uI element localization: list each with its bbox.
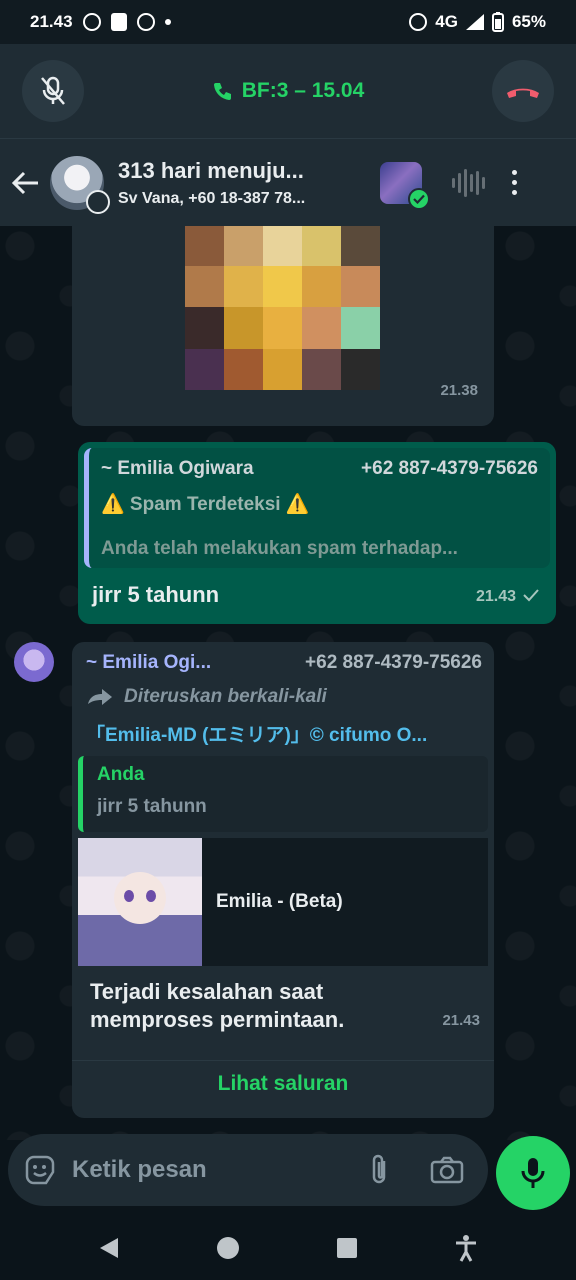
more-notifications-icon: [164, 19, 171, 25]
call-status[interactable]: BF:3 – 15.04: [212, 79, 365, 103]
quoted-message[interactable]: Anda jirr 5 tahunn: [78, 756, 488, 832]
quote-line: ⚠️ Spam Terdeteksi ⚠️: [101, 494, 310, 515]
message-composer[interactable]: Ketik pesan: [8, 1134, 488, 1206]
sent-check-icon: [523, 589, 539, 602]
audio-wave-icon: [452, 168, 490, 198]
end-call-icon: [506, 88, 539, 98]
channel-name[interactable]: 「Emilia-MD (エミリア)」© cifumo O...: [86, 720, 486, 747]
message-text: jirr 5 tahunn: [92, 582, 220, 607]
message-time: 21.43: [475, 588, 516, 605]
preview-thumbnail: [78, 838, 202, 966]
chat-participants: Sv Vana, +60 18-387 78...: [118, 189, 306, 207]
sender-phone: +62 887-4379-75626: [305, 652, 482, 673]
quote-text: jirr 5 tahunn: [97, 796, 207, 817]
quote-sender: ~ Emilia Ogiwara: [101, 458, 254, 479]
status-bar: 21.43 4G 65%: [0, 0, 576, 44]
message-time: 21.38: [440, 382, 478, 399]
blurred-image[interactable]: [185, 226, 380, 390]
group-avatar[interactable]: [50, 155, 110, 214]
view-channel-button[interactable]: Lihat saluran: [72, 1072, 494, 1096]
accessibility-icon[interactable]: [454, 1234, 478, 1262]
battery-level: 65%: [511, 12, 546, 31]
back-arrow-icon[interactable]: [12, 171, 40, 195]
call-label: BF:3 – 15.04: [241, 79, 365, 102]
hotspot-icon: [409, 13, 428, 31]
recents-nav-icon[interactable]: [336, 1237, 358, 1259]
divider: [72, 1060, 494, 1061]
chat-title-area[interactable]: 313 hari menuju... Sv Vana, +60 18-387 7…: [118, 158, 370, 208]
status-time: 21.43: [30, 12, 73, 31]
more-options-icon[interactable]: [512, 170, 517, 195]
notification-icon: [136, 13, 155, 31]
image-message[interactable]: 21.38: [72, 226, 494, 426]
chat-area[interactable]: 21.38 ~ Emilia Ogiwara +62 887-4379-7562…: [0, 226, 576, 1140]
emoji-icon[interactable]: [24, 1154, 56, 1186]
ongoing-call-bar[interactable]: BF:3 – 15.04: [0, 44, 576, 138]
incoming-message[interactable]: ~ Emilia Ogi... +62 887-4379-75626 Diter…: [72, 642, 494, 1118]
mic-icon: [521, 1158, 545, 1188]
message-text: Terjadi kesalahan saat memproses permint…: [90, 979, 345, 1032]
chat-title: 313 hari menuju...: [118, 157, 304, 183]
voice-message-button[interactable]: [496, 1136, 570, 1210]
mic-off-icon: [41, 76, 65, 105]
end-call-button[interactable]: [491, 60, 554, 122]
disappearing-timer-icon: [86, 189, 110, 214]
quoted-message[interactable]: ~ Emilia Ogiwara +62 887-4379-75626 ⚠️ S…: [84, 448, 550, 568]
forwarded-label: Diteruskan berkali-kali: [86, 686, 327, 708]
shopping-bag-icon: [110, 13, 127, 31]
message-input[interactable]: Ketik pesan: [72, 1156, 368, 1184]
chat-header: 313 hari menuju... Sv Vana, +60 18-387 7…: [0, 138, 576, 226]
quote-phone: +62 887-4379-75626: [361, 458, 538, 479]
battery-icon: [491, 12, 504, 32]
home-nav-icon[interactable]: [216, 1236, 240, 1260]
attach-icon[interactable]: [368, 1153, 390, 1187]
quote-line: Anda telah melakukan spam terhadap...: [101, 538, 458, 559]
outgoing-message[interactable]: ~ Emilia Ogiwara +62 887-4379-75626 ⚠️ S…: [78, 442, 556, 624]
sender-name[interactable]: ~ Emilia Ogi...: [86, 652, 211, 674]
message-time: 21.43: [442, 1012, 480, 1029]
community-avatar[interactable]: [380, 161, 430, 210]
link-preview[interactable]: Emilia - (Beta): [78, 838, 488, 966]
check-badge-icon: [408, 187, 430, 210]
quote-sender: Anda: [97, 764, 145, 785]
sender-avatar[interactable]: [14, 642, 54, 682]
whatsapp-icon: [82, 13, 101, 31]
forward-icon: [86, 689, 112, 705]
phone-icon: [213, 83, 231, 100]
system-nav-bar: [0, 1216, 576, 1280]
back-nav-icon[interactable]: [98, 1236, 120, 1260]
signal-icon: [465, 14, 484, 30]
preview-title: Emilia - (Beta): [216, 891, 343, 912]
camera-icon[interactable]: [430, 1156, 464, 1184]
network-type: 4G: [435, 12, 458, 31]
mute-button[interactable]: [22, 60, 84, 122]
message-meta: 21.43: [476, 588, 540, 606]
